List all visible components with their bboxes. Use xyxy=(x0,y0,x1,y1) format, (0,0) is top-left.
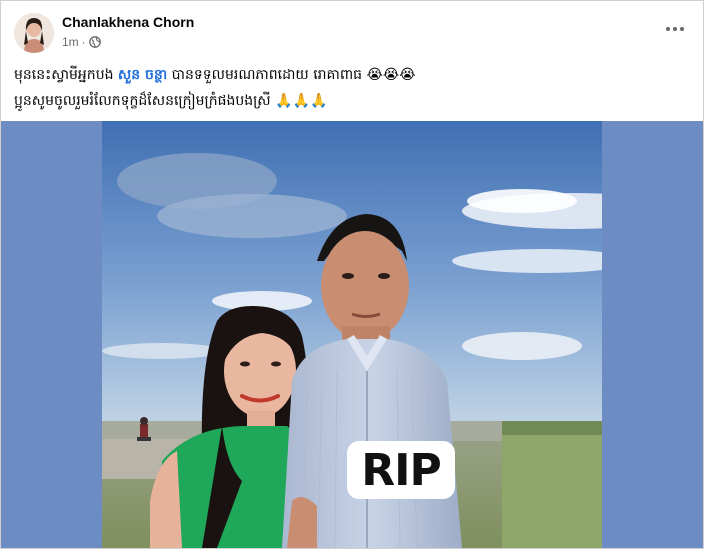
crying-emoji: 😭😭😭 xyxy=(366,67,416,83)
author-avatar[interactable] xyxy=(14,13,54,53)
caption-text: ប្អូនសូមចូលរួមរំលែកទុក្ខដ៏សែនក្រៀមក្រំផង… xyxy=(14,93,276,109)
rip-text: RIP xyxy=(361,444,441,496)
post-meta: 1m · xyxy=(62,35,101,49)
avatar-image xyxy=(14,13,54,53)
more-horizontal-icon xyxy=(666,27,684,31)
post-caption: មុននេះស្វាមីអ្នកបង សួន ចន្ថា បានទទួលមរណភ… xyxy=(14,63,694,115)
post-time[interactable]: 1m xyxy=(62,35,79,49)
author-name[interactable]: Chanlakhena Chorn xyxy=(62,14,194,30)
praying-hands-emoji: 🙏🙏🙏 xyxy=(275,93,328,109)
meta-separator: · xyxy=(81,35,86,49)
post-media[interactable]: RIP xyxy=(1,121,703,548)
rip-overlay: RIP xyxy=(347,441,455,499)
post-photo[interactable]: RIP xyxy=(102,121,602,548)
post-header: Chanlakhena Chorn 1m · xyxy=(1,1,703,59)
caption-line-1: មុននេះស្វាមីអ្នកបង សួន ចន្ថា បានទទួលមរណភ… xyxy=(14,63,694,89)
facebook-post: Chanlakhena Chorn 1m · មុននេះស្វាមីអ្នកប… xyxy=(0,0,704,549)
mention-link[interactable]: សួន ចន្ថា xyxy=(118,67,167,83)
caption-text: បានទទួលមរណភាពដោយ រោគាពាធ xyxy=(167,67,367,83)
globe-icon[interactable] xyxy=(88,36,101,48)
caption-line-2: ប្អូនសូមចូលរួមរំលែកទុក្ខដ៏សែនក្រៀមក្រំផង… xyxy=(14,89,694,115)
caption-text: មុននេះស្វាមីអ្នកបង xyxy=(14,67,118,83)
more-options-button[interactable] xyxy=(663,19,687,39)
